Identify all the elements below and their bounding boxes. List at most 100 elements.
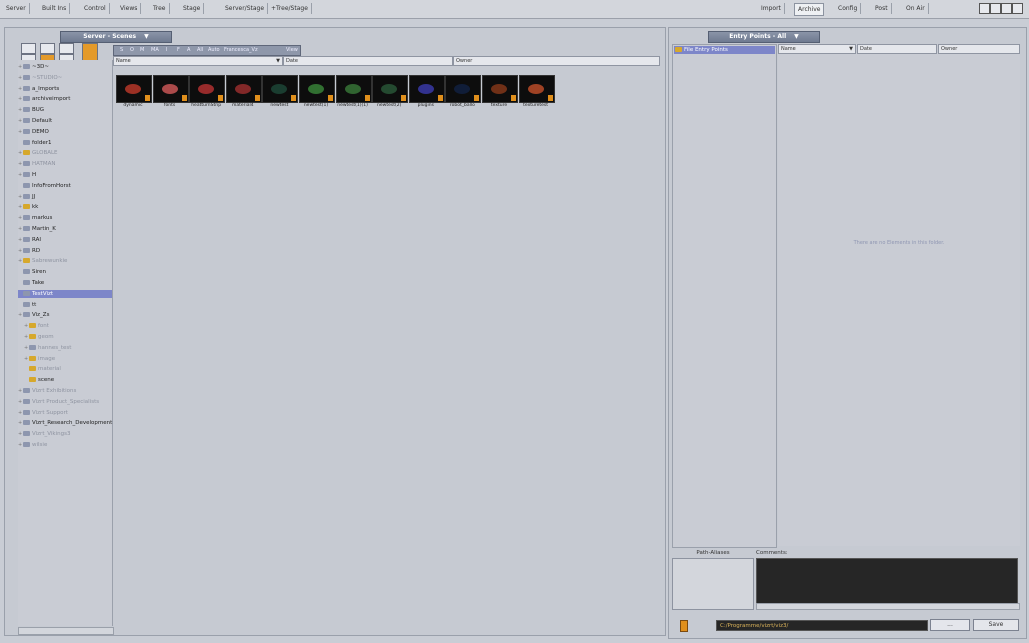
tree-item[interactable]: + wilsie: [18, 441, 47, 449]
horizontal-scrollbar[interactable]: [18, 627, 114, 635]
expand-icon[interactable]: +: [18, 409, 22, 417]
tree-item[interactable]: + image: [18, 355, 55, 363]
column-header-date[interactable]: Date: [283, 56, 453, 66]
scene-thumbnail[interactable]: [335, 75, 372, 103]
filter-view[interactable]: View: [286, 47, 298, 54]
menu-item-import[interactable]: Import: [758, 3, 785, 14]
tree-item[interactable]: material: [18, 365, 61, 373]
tree-item[interactable]: + RD: [18, 247, 40, 255]
tree-item[interactable]: + archiveimport: [18, 95, 70, 103]
scene-thumbnail[interactable]: [225, 75, 262, 103]
expand-icon[interactable]: +: [18, 257, 22, 265]
tree-item[interactable]: + Sabrewunkie: [18, 257, 67, 265]
window-layout-icon[interactable]: [1001, 3, 1012, 14]
column-header-owner[interactable]: Owner: [453, 56, 660, 66]
server-scenes-tab[interactable]: Server - Scenes ▼: [60, 31, 172, 43]
menu-item-tree[interactable]: Tree: [150, 3, 170, 14]
tree-item[interactable]: + hannes_test: [18, 344, 71, 352]
tree-item[interactable]: + Viz_Zs: [18, 311, 49, 319]
tree-item[interactable]: folder1: [18, 139, 51, 147]
filter-s[interactable]: S: [120, 47, 123, 54]
entry-points-tab[interactable]: Entry Points - All ▼: [708, 31, 820, 43]
tree-item[interactable]: InfoFromHorst: [18, 182, 71, 190]
expand-icon[interactable]: +: [18, 225, 22, 233]
window-layout-icon[interactable]: [979, 3, 990, 14]
tree-item[interactable]: + geom: [18, 333, 54, 341]
menu-item-stage[interactable]: Stage: [180, 3, 205, 14]
column-header-date[interactable]: Date: [857, 44, 937, 54]
tree-item[interactable]: + RAI: [18, 236, 41, 244]
tree-item[interactable]: Take: [18, 279, 44, 287]
filter-auto[interactable]: Auto: [208, 47, 220, 54]
menu-item-on-air[interactable]: On Air: [903, 3, 929, 14]
scene-thumbnail[interactable]: [408, 75, 445, 103]
menu-item-views[interactable]: Views: [117, 3, 142, 14]
expand-icon[interactable]: +: [24, 333, 28, 341]
expand-icon[interactable]: +: [18, 430, 22, 438]
tree-item[interactable]: + font: [18, 322, 49, 330]
tree-item[interactable]: + Vizrt Support: [18, 409, 68, 417]
expand-icon[interactable]: +: [18, 117, 22, 125]
scene-thumbnail[interactable]: [262, 75, 299, 103]
expand-icon[interactable]: +: [18, 203, 22, 211]
expand-icon[interactable]: +: [18, 419, 22, 427]
expand-icon[interactable]: +: [18, 85, 22, 93]
filter-o[interactable]: O: [130, 47, 134, 54]
tree-item[interactable]: + ~3D~: [18, 63, 49, 71]
filter-all[interactable]: All: [197, 47, 203, 54]
tree-item[interactable]: + kk: [18, 203, 38, 211]
browse-button[interactable]: ...: [930, 619, 970, 631]
save-button[interactable]: Save: [973, 619, 1019, 631]
expand-icon[interactable]: +: [18, 311, 22, 319]
tree-item[interactable]: + Vizrt Product_Specialists: [18, 398, 99, 406]
expand-icon[interactable]: +: [18, 63, 22, 71]
expand-icon[interactable]: +: [18, 149, 22, 157]
scene-thumbnail[interactable]: [372, 75, 409, 103]
scene-thumbnail[interactable]: [299, 75, 335, 103]
filter-francesca-vz[interactable]: Francesca_Vz: [224, 47, 258, 54]
tree-item[interactable]: TestVizt: [18, 289, 112, 298]
expand-icon[interactable]: +: [18, 236, 22, 244]
add-folder-button[interactable]: [21, 43, 36, 54]
tree-item[interactable]: tt: [18, 301, 36, 309]
expand-icon[interactable]: +: [18, 247, 22, 255]
expand-icon[interactable]: +: [18, 214, 22, 222]
tree-item[interactable]: + Martin_K: [18, 225, 56, 233]
expand-icon[interactable]: +: [18, 193, 22, 201]
filter-ma[interactable]: MA: [151, 47, 159, 54]
expand-icon[interactable]: +: [18, 441, 22, 449]
expand-icon[interactable]: +: [18, 74, 22, 82]
tree-item[interactable]: + H: [18, 171, 36, 179]
expand-icon[interactable]: +: [18, 387, 22, 395]
window-layout-icon[interactable]: [1012, 3, 1023, 14]
tree-item[interactable]: + Vizrt_Vikings3: [18, 430, 70, 438]
expand-icon[interactable]: +: [24, 344, 28, 352]
expand-icon[interactable]: +: [18, 95, 22, 103]
tree-item[interactable]: + Vizrt_Research_Development: [18, 419, 112, 427]
expand-icon[interactable]: +: [24, 322, 28, 330]
menu-item-control[interactable]: Control: [81, 3, 110, 14]
path-aliases-list[interactable]: [672, 558, 754, 610]
filter-m[interactable]: M: [140, 47, 144, 54]
column-header-name[interactable]: Name ▼: [778, 44, 856, 54]
scene-thumbnail[interactable]: [482, 75, 518, 103]
filter-f[interactable]: F: [177, 47, 180, 54]
tree-item[interactable]: + JJ: [18, 193, 35, 201]
trash-icon[interactable]: [680, 620, 688, 632]
tree-item[interactable]: + a_Imports: [18, 85, 59, 93]
tree-item[interactable]: + DEMO: [18, 128, 49, 136]
tree-item[interactable]: + Vizrt Exhibitions: [18, 387, 76, 395]
menu-item-archive[interactable]: Archive: [794, 3, 825, 16]
tree-item[interactable]: scene: [18, 376, 54, 384]
comments-field[interactable]: [756, 558, 1018, 604]
scene-thumbnail[interactable]: [189, 75, 226, 103]
scene-thumbnail[interactable]: [152, 75, 189, 103]
menu-item-server[interactable]: Server: [3, 3, 30, 14]
menu-item-server-stage[interactable]: Server/Stage: [222, 3, 269, 14]
expand-icon[interactable]: +: [18, 106, 22, 114]
tree-item[interactable]: Siren: [18, 268, 46, 276]
split-view-button[interactable]: [40, 43, 55, 54]
horizontal-scrollbar[interactable]: [756, 603, 1020, 610]
expand-icon[interactable]: +: [18, 160, 22, 168]
expand-icon[interactable]: +: [24, 355, 28, 363]
